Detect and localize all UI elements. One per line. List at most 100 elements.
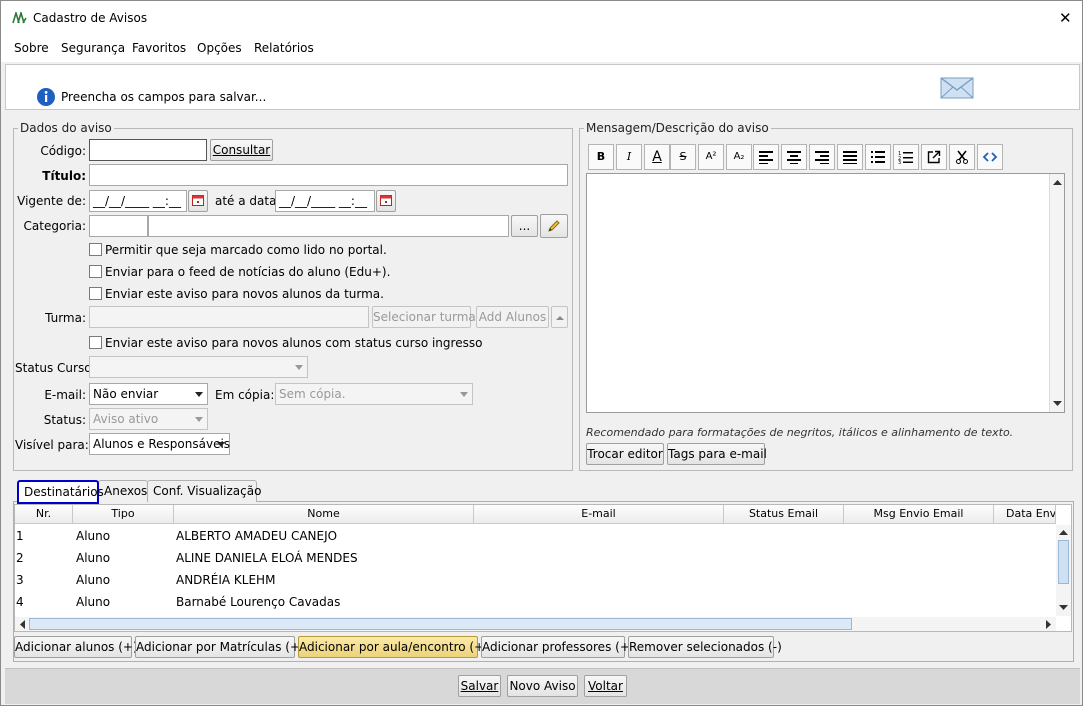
bullet-list-icon	[871, 151, 885, 163]
tab-destinatarios[interactable]: Destinatários	[17, 480, 104, 504]
status-select[interactable]: Aviso ativo	[89, 408, 208, 430]
align-right-button[interactable]	[809, 144, 835, 170]
ate-input[interactable]: __/__/____ __:__	[275, 190, 375, 212]
trocar-editor-button[interactable]: Trocar editor	[586, 443, 664, 465]
calendar-icon	[192, 195, 204, 206]
code-button[interactable]	[977, 144, 1003, 170]
visivel-label: Visível para:	[15, 438, 89, 452]
grid-hscrollbar[interactable]	[15, 617, 1056, 631]
col-header-tipo[interactable]: Tipo	[73, 505, 174, 524]
checkbox-novos-alunos-turma[interactable]	[89, 287, 102, 300]
table-cell	[726, 591, 844, 613]
numbered-list-button[interactable]: 123	[893, 144, 919, 170]
scroll-down-icon[interactable]	[1053, 401, 1062, 407]
tab-conf-visualizacao[interactable]: Conf. Visualização	[147, 480, 261, 502]
add-alunos-button[interactable]: Add Alunos	[476, 306, 549, 328]
col-header-nr[interactable]: Nr.	[15, 505, 73, 524]
message-editor[interactable]	[586, 173, 1065, 413]
consultar-button[interactable]: Consultar	[210, 139, 273, 161]
voltar-button[interactable]: Voltar	[584, 675, 627, 697]
envelope-icon	[940, 77, 974, 99]
menu-seguranca[interactable]: Segurança	[61, 41, 125, 55]
categoria-desc-input[interactable]	[148, 215, 509, 237]
mensagem-legend: Mensagem/Descrição do aviso	[586, 121, 769, 135]
col-header-email[interactable]: E-mail	[474, 505, 724, 524]
table-cell: Aluno	[76, 573, 111, 587]
turma-input[interactable]	[89, 306, 369, 328]
scroll-up-icon[interactable]	[1059, 529, 1068, 535]
vigente-input[interactable]: __/__/____ __:__	[89, 190, 187, 212]
table-cell	[996, 591, 1056, 613]
scroll-left-icon[interactable]	[19, 620, 25, 629]
align-center-button[interactable]	[781, 144, 807, 170]
adicionar-professores-button[interactable]: Adicionar professores (+)	[481, 636, 635, 658]
remover-selecionados-button[interactable]: Remover selecionados (-)	[628, 636, 782, 658]
adicionar-alunos-button[interactable]: Adicionar alunos (+)	[14, 636, 138, 658]
info-message: Preencha os campos para salvar...	[61, 90, 267, 104]
font-color-button[interactable]: A	[644, 144, 670, 170]
email-select[interactable]: Não enviar	[89, 383, 208, 405]
strikethrough-button[interactable]: S	[670, 144, 696, 170]
bullet-list-button[interactable]	[865, 144, 891, 170]
justify-button[interactable]	[837, 144, 863, 170]
checkbox-status-ingresso[interactable]	[89, 336, 102, 349]
superscript-button[interactable]: A²	[698, 144, 724, 170]
table-cell	[726, 569, 844, 591]
chevron-down-icon	[217, 442, 225, 447]
col-header-nome[interactable]: Nome	[174, 505, 474, 524]
menu-relatorios[interactable]: Relatórios	[254, 41, 314, 55]
tags-email-button[interactable]: Tags para e-mail	[667, 443, 767, 465]
salvar-button[interactable]: Salvar	[458, 675, 501, 697]
turma-label: Turma:	[45, 311, 86, 325]
ate-calendar-button[interactable]	[376, 190, 396, 212]
close-icon[interactable]: ✕	[1059, 9, 1072, 27]
col-header-data-envio[interactable]: Data Envio	[994, 505, 1056, 524]
menu-sobre[interactable]: Sobre	[14, 41, 49, 55]
subscript-button[interactable]: A₂	[726, 144, 752, 170]
align-left-button[interactable]	[753, 144, 779, 170]
categoria-code-input[interactable]	[89, 215, 148, 237]
table-cell	[846, 525, 994, 547]
selecionar-turma-button[interactable]: Selecionar turma	[372, 306, 476, 328]
email-label: E-mail:	[44, 388, 86, 402]
titulo-input[interactable]	[89, 164, 568, 186]
scroll-up-icon[interactable]	[1053, 179, 1062, 185]
table-cell	[996, 547, 1056, 569]
grid-vscrollbar[interactable]	[1056, 525, 1071, 616]
grid-hscroll-thumb[interactable]	[29, 618, 852, 630]
table-cell: ALINE DANIELA ELOÁ MENDES	[176, 551, 358, 565]
pencil-icon	[548, 220, 560, 232]
checkbox-marcado-lido[interactable]	[89, 243, 102, 256]
calendar-icon	[380, 195, 392, 206]
window-title: Cadastro de Avisos	[33, 11, 148, 25]
adicionar-aula-encontro-button[interactable]: Adicionar por aula/encontro (+)	[298, 636, 489, 658]
categoria-edit-button[interactable]	[540, 214, 568, 238]
em-copia-select[interactable]: Sem cópia.	[275, 383, 473, 405]
col-header-status-email[interactable]: Status Email	[724, 505, 844, 524]
categoria-browse-button[interactable]: ...	[511, 215, 538, 237]
em-copia-label: Em cópia:	[215, 388, 275, 402]
turma-collapse-button[interactable]	[551, 306, 568, 328]
codigo-input[interactable]	[89, 139, 207, 161]
vigente-calendar-button[interactable]	[188, 190, 208, 212]
scroll-down-icon[interactable]	[1059, 605, 1068, 611]
menu-favoritos[interactable]: Favoritos	[132, 41, 186, 55]
grid-vscroll-thumb[interactable]	[1058, 540, 1069, 584]
italic-button[interactable]: I	[616, 144, 642, 170]
col-header-msg-envio[interactable]: Msg Envio Email	[844, 505, 994, 524]
scroll-right-icon[interactable]	[1046, 620, 1052, 629]
novo-aviso-button[interactable]: Novo Aviso	[507, 675, 578, 697]
checkbox-feed-noticias[interactable]	[89, 265, 102, 278]
align-center-icon	[787, 151, 801, 164]
visivel-select[interactable]: Alunos e Responsáveis	[89, 433, 230, 455]
editor-scrollbar[interactable]	[1049, 174, 1064, 412]
adicionar-matriculas-button[interactable]: Adicionar por Matrículas (+)	[135, 636, 305, 658]
tab-anexos[interactable]: Anexos	[98, 480, 148, 502]
menu-opcoes[interactable]: Opções	[197, 41, 242, 55]
external-link-button[interactable]	[921, 144, 947, 170]
cut-button[interactable]	[949, 144, 975, 170]
status-curso-select[interactable]	[89, 356, 308, 378]
info-icon	[37, 88, 55, 106]
numbered-list-icon: 123	[898, 151, 913, 166]
bold-button[interactable]: B	[588, 144, 614, 170]
